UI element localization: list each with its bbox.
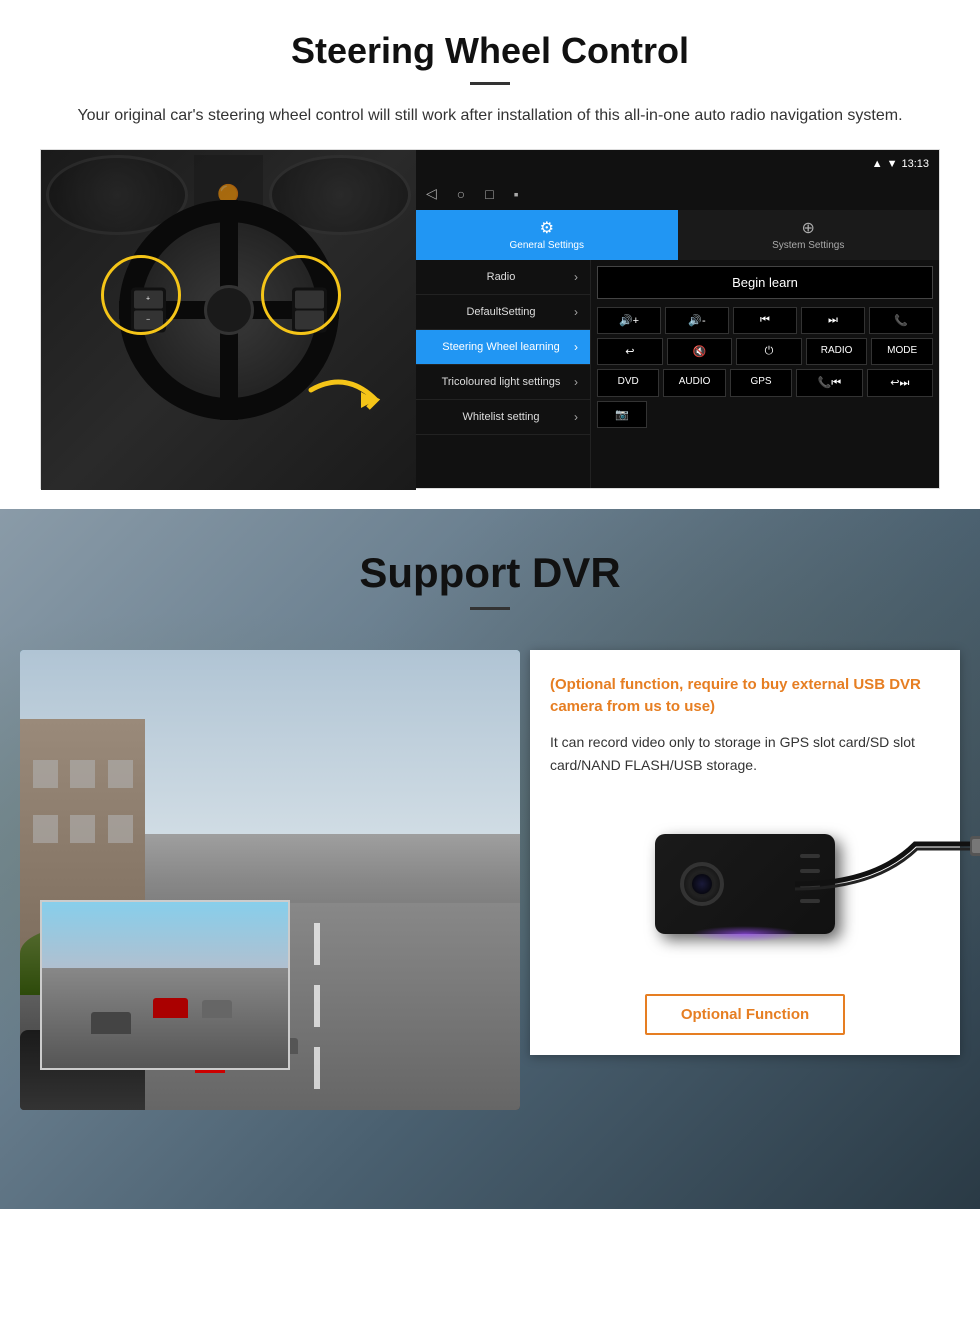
steering-image-area: 🟠 + −	[40, 149, 940, 489]
steering-title: Steering Wheel Control	[40, 30, 940, 72]
dvr-left-panel	[20, 650, 520, 1110]
steering-section: Steering Wheel Control Your original car…	[0, 0, 980, 509]
dvr-title-area: Support DVR	[0, 509, 980, 630]
time-display: 13:13	[901, 158, 929, 170]
steering-description: Your original car's steering wheel contr…	[60, 103, 920, 129]
tab-system-settings[interactable]: ⊕ System Settings	[678, 210, 940, 260]
menu-item-steering[interactable]: Steering Wheel learning ›	[416, 330, 590, 365]
dvr-camera-device	[655, 834, 835, 934]
menu-item-whitelist[interactable]: Whitelist setting ›	[416, 400, 590, 435]
chevron-icon: ›	[574, 340, 578, 354]
gps-button[interactable]: GPS	[730, 369, 792, 397]
camera-glow	[691, 926, 799, 942]
recents-icon[interactable]: □	[485, 186, 493, 202]
menu-default-label: DefaultSetting	[428, 306, 574, 318]
back-next-button[interactable]: ↩⏭	[867, 369, 933, 397]
control-row-2: ↩ 🔇 ⏻ RADIO MODE	[597, 338, 933, 365]
control-row-1: 🔊+ 🔊- ⏮ ⏭ 📞	[597, 307, 933, 334]
control-row-4: 📷	[597, 401, 933, 428]
chevron-icon: ›	[574, 375, 578, 389]
menu-whitelist-label: Whitelist setting	[428, 411, 574, 423]
signal-icon: ▲	[872, 158, 883, 170]
phone-prev-button[interactable]: 📞⏮	[796, 369, 862, 397]
tab-system-label: System Settings	[772, 240, 844, 251]
steering-photo: 🟠 + −	[41, 150, 416, 490]
optional-function-button[interactable]: Optional Function	[645, 994, 845, 1035]
home-icon[interactable]: ○	[457, 186, 465, 202]
dvr-title: Support DVR	[0, 549, 980, 597]
menu-tricoloured-label: Tricoloured light settings	[428, 376, 574, 388]
next-track-button[interactable]: ⏭	[801, 307, 865, 334]
dvr-info-card: (Optional function, require to buy exter…	[530, 650, 960, 1056]
menu-radio-label: Radio	[428, 271, 574, 283]
tab-general-settings[interactable]: ⚙ General Settings	[416, 210, 678, 260]
camera-button[interactable]: 📷	[597, 401, 647, 428]
menu-list: Radio › DefaultSetting › Steering Wheel …	[416, 260, 591, 488]
status-icons: ▲ ▼ 13:13	[872, 158, 929, 170]
tab-general-label: General Settings	[510, 240, 585, 251]
chevron-icon: ›	[574, 305, 578, 319]
menu-item-tricoloured[interactable]: Tricoloured light settings ›	[416, 365, 590, 400]
controls-area: Begin learn 🔊+ 🔊- ⏮ ⏭ 📞 ↩ 🔇 ⏻ RAD	[591, 260, 939, 488]
menu-steering-label: Steering Wheel learning	[428, 341, 574, 353]
mode-button[interactable]: MODE	[871, 338, 933, 365]
camera-lens	[680, 862, 724, 906]
chevron-icon: ›	[574, 410, 578, 424]
hangup-button[interactable]: ↩	[597, 338, 663, 365]
android-tabs: ⚙ General Settings ⊕ System Settings	[416, 210, 939, 260]
wifi-icon: ▼	[887, 158, 898, 170]
dvr-divider	[470, 607, 510, 610]
power-button[interactable]: ⏻	[736, 338, 802, 365]
chevron-icon: ›	[574, 270, 578, 284]
mute-button[interactable]: 🔇	[667, 338, 733, 365]
camera-cable	[795, 824, 980, 924]
title-divider	[470, 82, 510, 85]
prev-track-button[interactable]: ⏮	[733, 307, 797, 334]
menu-item-defaultsetting[interactable]: DefaultSetting ›	[416, 295, 590, 330]
dvr-section: Support DVR	[0, 509, 980, 1209]
begin-learn-button[interactable]: Begin learn	[597, 266, 933, 299]
highlight-circle-left	[101, 255, 181, 335]
dvr-content-area: (Optional function, require to buy exter…	[0, 630, 980, 1110]
dvd-button[interactable]: DVD	[597, 369, 659, 397]
camera-preview	[40, 900, 290, 1070]
dvr-camera-area	[550, 794, 940, 974]
menu-item-radio[interactable]: Radio ›	[416, 260, 590, 295]
dvr-optional-text: (Optional function, require to buy exter…	[550, 674, 940, 719]
radio-button[interactable]: RADIO	[806, 338, 868, 365]
vol-down-button[interactable]: 🔊-	[665, 307, 729, 334]
phone-button[interactable]: 📞	[869, 307, 933, 334]
control-row-3: DVD AUDIO GPS 📞⏮ ↩⏭	[597, 369, 933, 397]
dvr-description: It can record video only to storage in G…	[550, 731, 940, 779]
screenshot-icon[interactable]: ▪	[514, 186, 519, 202]
back-icon[interactable]: ◁	[426, 185, 437, 202]
dvr-street-scene	[20, 650, 520, 1110]
android-statusbar: ▲ ▼ 13:13	[416, 150, 939, 178]
vol-up-button[interactable]: 🔊+	[597, 307, 661, 334]
audio-button[interactable]: AUDIO	[663, 369, 725, 397]
gear-icon: ⚙	[540, 218, 554, 238]
android-content: Radio › DefaultSetting › Steering Wheel …	[416, 260, 939, 488]
system-icon: ⊕	[802, 218, 815, 238]
android-panel: ▲ ▼ 13:13 ◁ ○ □ ▪ ⚙ General Settings ⊕	[416, 150, 939, 488]
yellow-arrow	[306, 370, 386, 430]
android-topbar: ◁ ○ □ ▪	[416, 178, 939, 210]
highlight-circle-right	[261, 255, 341, 335]
